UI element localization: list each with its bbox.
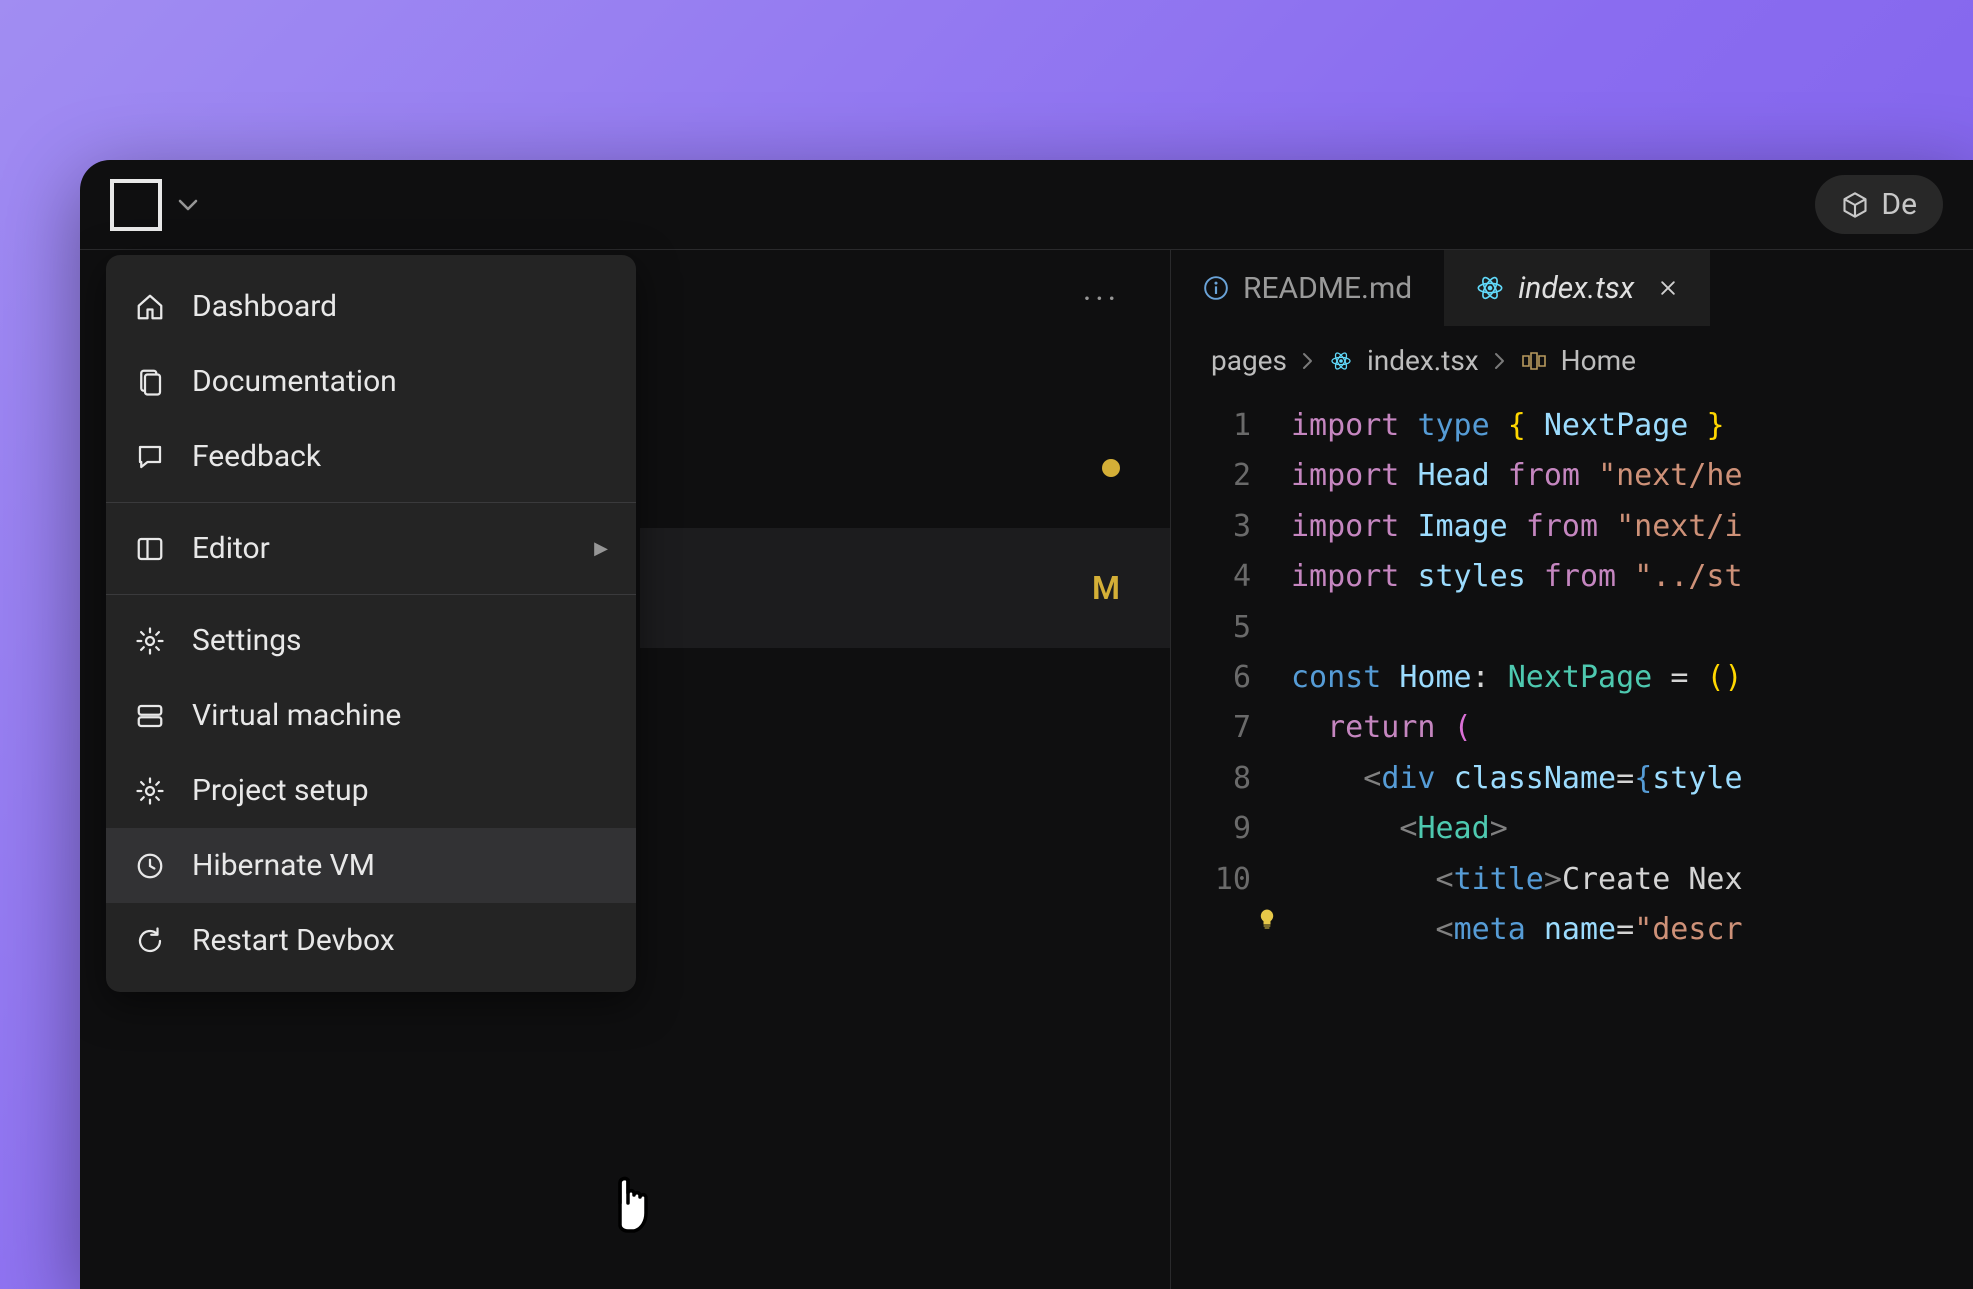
menu-documentation[interactable]: Documentation <box>106 344 636 419</box>
menu-item-label: Settings <box>192 623 302 658</box>
line-number: 8 <box>1171 754 1291 804</box>
line-number: 1 <box>1171 401 1291 451</box>
code-text: <title>Create Nex <box>1291 855 1743 905</box>
menu-item-label: Editor <box>192 531 270 566</box>
file-row[interactable] <box>640 408 1170 528</box>
modified-badge: M <box>1092 569 1120 607</box>
app-window: De Dashboard Docume <box>80 160 1973 1289</box>
react-icon <box>1476 274 1504 302</box>
code-area[interactable]: 1import type { NextPage } 2import Head f… <box>1171 395 1973 955</box>
gear-icon <box>134 625 166 657</box>
app-logo-icon <box>110 179 162 231</box>
document-icon <box>134 366 166 398</box>
code-line: 10 <title>Create Nex <box>1171 855 1973 905</box>
file-row[interactable]: M <box>640 528 1170 648</box>
menu-item-label: Hibernate VM <box>192 848 375 883</box>
refresh-icon <box>134 925 166 957</box>
code-line: 3import Image from "next/i <box>1171 502 1973 552</box>
code-text: <Head> <box>1291 804 1508 854</box>
layout-icon <box>134 533 166 565</box>
breadcrumb-part: index.tsx <box>1367 344 1479 377</box>
menu-restart-devbox[interactable]: Restart Devbox <box>106 903 636 978</box>
cube-icon <box>1841 191 1869 219</box>
menu-project-setup[interactable]: Project setup <box>106 753 636 828</box>
line-number: 9 <box>1171 804 1291 854</box>
home-icon <box>134 291 166 323</box>
code-line: 9 <Head> <box>1171 804 1973 854</box>
code-text: <meta name="descr <box>1291 905 1743 955</box>
line-number: 6 <box>1171 653 1291 703</box>
file-explorer: ··· M <box>640 250 1170 1289</box>
more-actions-icon[interactable]: ··· <box>1083 280 1120 318</box>
menu-separator <box>106 594 636 595</box>
tab-index[interactable]: index.tsx <box>1444 250 1710 326</box>
tab-readme[interactable]: README.md <box>1171 250 1444 326</box>
code-line: 11 <meta name="descr <box>1171 905 1973 955</box>
code-text: return ( <box>1291 703 1472 753</box>
chevron-right-icon <box>1493 351 1507 371</box>
code-text: import styles from "../st <box>1291 552 1743 602</box>
code-text: const Home: NextPage = () <box>1291 653 1743 703</box>
modified-dot-icon <box>1102 459 1120 477</box>
menu-hibernate-vm[interactable]: Hibernate VM <box>106 828 636 903</box>
code-text: import type { NextPage } <box>1291 401 1743 451</box>
line-number: 7 <box>1171 703 1291 753</box>
code-line: 2import Head from "next/he <box>1171 451 1973 501</box>
breadcrumb-part: Home <box>1561 344 1636 377</box>
line-number: 5 <box>1171 603 1291 653</box>
editor-tabs: README.md index.tsx <box>1171 250 1973 326</box>
info-icon <box>1203 275 1229 301</box>
submenu-arrow-icon: ▶ <box>594 538 608 559</box>
titlebar: De <box>80 160 1973 250</box>
menu-item-label: Virtual machine <box>192 698 401 733</box>
code-line: 8 <div className={style <box>1171 754 1973 804</box>
lightbulb-icon[interactable] <box>1255 907 1279 931</box>
code-line: 1import type { NextPage } <box>1171 401 1973 451</box>
workspace-pill[interactable]: De <box>1815 175 1943 234</box>
menu-item-label: Dashboard <box>192 289 337 324</box>
chevron-right-icon <box>1301 351 1315 371</box>
menu-virtual-machine[interactable]: Virtual machine <box>106 678 636 753</box>
react-icon <box>1329 349 1353 373</box>
code-text: import Head from "next/he <box>1291 451 1743 501</box>
gear-icon <box>134 775 166 807</box>
menu-feedback[interactable]: Feedback <box>106 419 636 494</box>
line-number: 4 <box>1171 552 1291 602</box>
editor: README.md index.tsx pages <box>1170 250 1973 1289</box>
line-number: 3 <box>1171 502 1291 552</box>
close-icon[interactable] <box>1658 278 1678 298</box>
code-text: <div className={style <box>1291 754 1743 804</box>
breadcrumb[interactable]: pages index.tsx Home <box>1171 326 1973 395</box>
tab-label: index.tsx <box>1518 271 1634 306</box>
menu-item-label: Restart Devbox <box>192 923 395 958</box>
menu-item-label: Project setup <box>192 773 369 808</box>
menu-separator <box>106 502 636 503</box>
menu-settings[interactable]: Settings <box>106 603 636 678</box>
left-panel: Dashboard Documentation Feedback <box>80 250 1170 1289</box>
code-line: 4import styles from "../st <box>1171 552 1973 602</box>
line-number: 2 <box>1171 451 1291 501</box>
app-menu: Dashboard Documentation Feedback <box>106 255 636 992</box>
menu-item-label: Feedback <box>192 439 321 474</box>
code-line: 5 <box>1171 603 1973 653</box>
symbol-icon <box>1521 350 1547 372</box>
app-menu-trigger[interactable] <box>110 179 198 231</box>
tab-label: README.md <box>1243 271 1412 306</box>
breadcrumb-part: pages <box>1211 344 1287 377</box>
chat-icon <box>134 441 166 473</box>
clock-icon <box>134 850 166 882</box>
chevron-down-icon <box>178 198 198 212</box>
menu-editor[interactable]: Editor ▶ <box>106 511 636 586</box>
code-line: 7 return ( <box>1171 703 1973 753</box>
code-text: import Image from "next/i <box>1291 502 1743 552</box>
menu-item-label: Documentation <box>192 364 397 399</box>
line-number: 11 <box>1171 905 1291 955</box>
code-line: 6const Home: NextPage = () <box>1171 653 1973 703</box>
server-icon <box>134 700 166 732</box>
menu-dashboard[interactable]: Dashboard <box>106 269 636 344</box>
line-number: 10 <box>1171 855 1291 905</box>
workspace-label: De <box>1881 187 1917 222</box>
